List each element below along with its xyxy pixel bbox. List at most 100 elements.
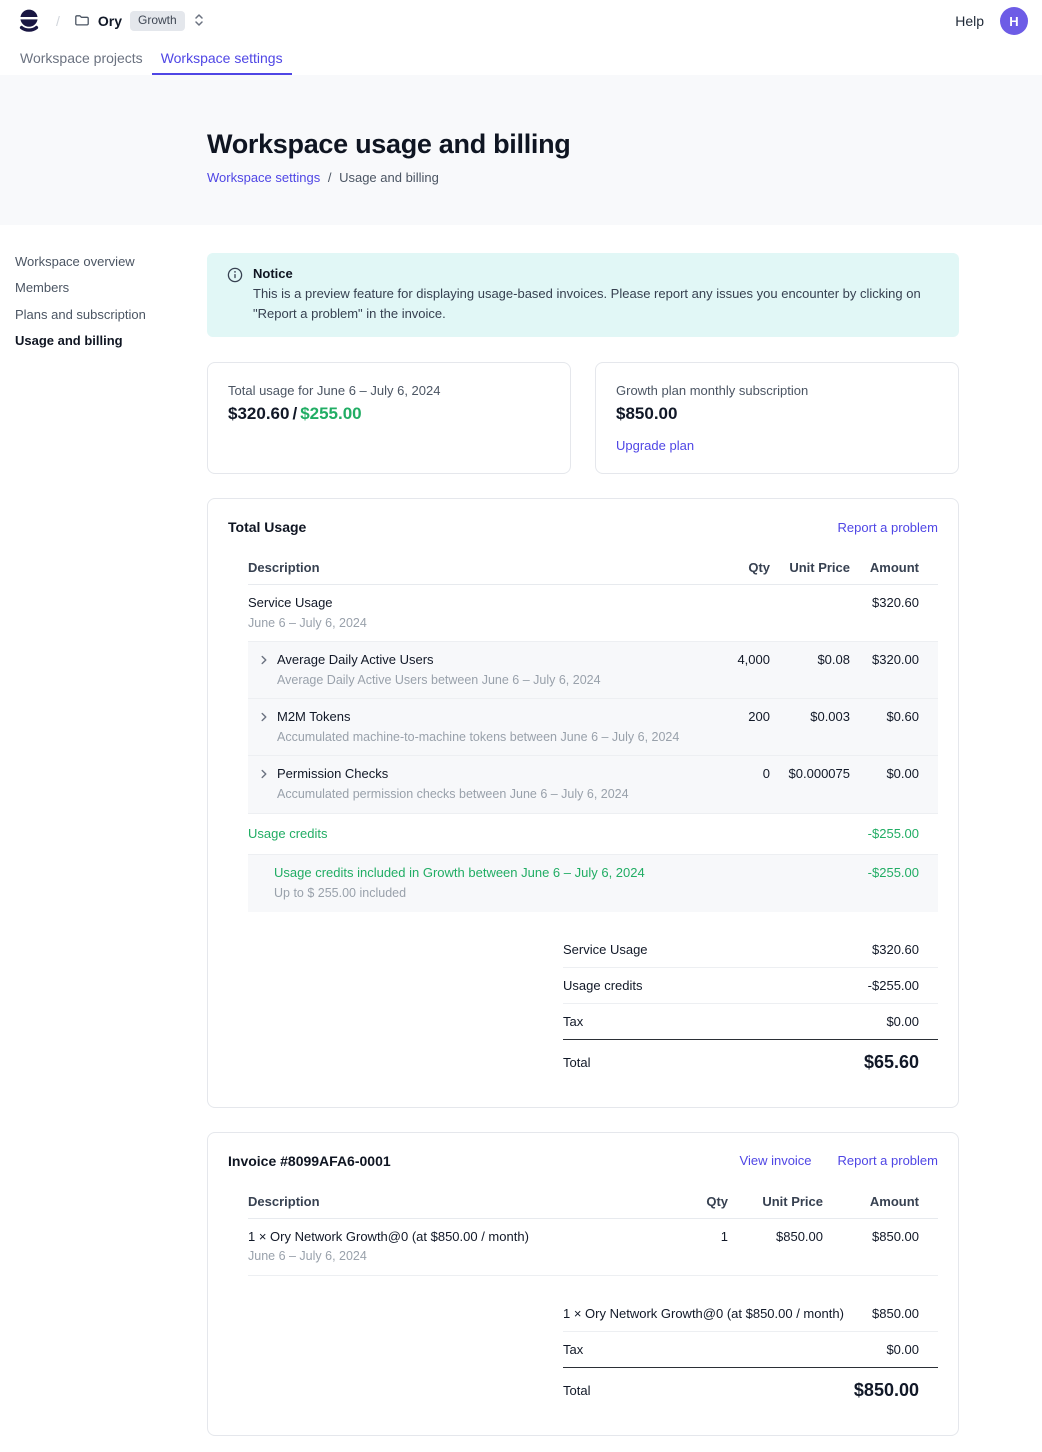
summary-label: Tax — [563, 1014, 583, 1029]
sidebar-item-members[interactable]: Members — [15, 281, 187, 295]
row-amount: $320.00 — [850, 652, 938, 669]
help-link[interactable]: Help — [955, 13, 984, 29]
col-unit-price: Unit Price — [728, 1194, 823, 1209]
report-problem-link[interactable]: Report a problem — [838, 1153, 938, 1168]
row-qty: 0 — [680, 766, 770, 783]
usage-row-usage-credits-detail: Usage credits included in Growth between… — [248, 855, 938, 911]
chevron-right-icon[interactable] — [259, 711, 269, 745]
invoice-row-growth-plan: 1 × Ory Network Growth@0 (at $850.00 / m… — [248, 1219, 938, 1276]
chevron-right-icon[interactable] — [259, 654, 269, 688]
usage-row-average-daily-active-users[interactable]: Average Daily Active Users Average Daily… — [248, 642, 938, 699]
invoice-links: View invoice Report a problem — [740, 1153, 938, 1168]
invoice-title: Invoice #8099AFA6-0001 — [228, 1153, 391, 1169]
row-unit-price: $0.08 — [770, 652, 850, 669]
page-header: Workspace usage and billing Workspace se… — [0, 75, 1042, 225]
row-name: Usage credits included in Growth between… — [274, 865, 680, 882]
usage-summary: Service Usage $320.60 Usage credits -$25… — [563, 932, 938, 1083]
invoice-summary: 1 × Ory Network Growth@0 (at $850.00 / m… — [563, 1296, 938, 1411]
usage-row-permission-checks[interactable]: Permission Checks Accumulated permission… — [248, 756, 938, 813]
workspace-switcher[interactable]: Ory Growth — [74, 11, 205, 31]
path-separator: / — [56, 13, 60, 29]
topbar: / Ory Growth Help H — [0, 0, 1042, 42]
row-name: M2M Tokens — [277, 709, 679, 726]
usage-table-header: Description Qty Unit Price Amount — [248, 551, 938, 585]
chevron-updown-icon — [193, 13, 205, 30]
row-name: 1 × Ory Network Growth@0 (at $850.00 / m… — [248, 1229, 638, 1246]
folder-icon — [74, 12, 90, 31]
row-subtitle: Accumulated machine-to-machine tokens be… — [277, 729, 679, 745]
summary-value: $65.60 — [864, 1052, 919, 1073]
row-amount: $320.60 — [850, 595, 938, 612]
row-qty: 1 — [638, 1229, 728, 1246]
notice-banner: Notice This is a preview feature for dis… — [207, 253, 959, 337]
notice-body: This is a preview feature for displaying… — [253, 284, 941, 323]
row-unit-price: $850.00 — [728, 1229, 823, 1246]
breadcrumb: Workspace settings / Usage and billing — [207, 170, 1042, 185]
summary-row-usage-credits: Usage credits -$255.00 — [563, 968, 938, 1004]
usage-row-service-usage: Service Usage June 6 – July 6, 2024 $320… — [248, 585, 938, 642]
usage-credit-amount: $255.00 — [300, 404, 361, 423]
breadcrumb-link[interactable]: Workspace settings — [207, 170, 320, 185]
row-name: Service Usage — [248, 595, 680, 612]
col-qty: Qty — [638, 1194, 728, 1209]
summary-value: -$255.00 — [868, 978, 919, 993]
page-title: Workspace usage and billing — [207, 129, 1042, 160]
tabbar: Workspace projects Workspace settings — [0, 42, 1042, 75]
info-icon — [227, 267, 243, 323]
row-subtitle: Average Daily Active Users between June … — [277, 672, 601, 688]
sidebar-item-workspace-overview[interactable]: Workspace overview — [15, 255, 187, 269]
summary-row-plan: 1 × Ory Network Growth@0 (at $850.00 / m… — [563, 1296, 938, 1332]
row-qty: 4,000 — [680, 652, 770, 669]
summary-label: Total — [563, 1383, 590, 1398]
row-unit-price: $0.000075 — [770, 766, 850, 783]
breadcrumb-current: Usage and billing — [339, 170, 439, 185]
chevron-right-icon[interactable] — [259, 768, 269, 802]
col-amount: Amount — [823, 1194, 938, 1209]
avatar[interactable]: H — [1000, 7, 1028, 35]
row-name: Permission Checks — [277, 766, 629, 783]
row-qty: 200 — [680, 709, 770, 726]
invoice-table-header: Description Qty Unit Price Amount — [248, 1185, 938, 1219]
col-description: Description — [248, 560, 680, 575]
view-invoice-link[interactable]: View invoice — [740, 1153, 812, 1168]
tab-workspace-projects[interactable]: Workspace projects — [11, 42, 152, 75]
invoice-table: Description Qty Unit Price Amount 1 × Or… — [248, 1185, 938, 1411]
invoice-card: Invoice #8099AFA6-0001 View invoice Repo… — [207, 1132, 959, 1436]
tab-workspace-settings[interactable]: Workspace settings — [152, 42, 292, 75]
total-usage-links: Report a problem — [838, 520, 938, 535]
summary-label: Service Usage — [563, 942, 648, 957]
report-problem-link[interactable]: Report a problem — [838, 520, 938, 535]
summary-label: Total — [563, 1055, 590, 1070]
row-subtitle: June 6 – July 6, 2024 — [248, 615, 680, 631]
plan-summary-label: Growth plan monthly subscription — [616, 383, 938, 398]
summary-row-tax: Tax $0.00 — [563, 1004, 938, 1040]
total-usage-header: Total Usage Report a problem — [228, 519, 938, 535]
row-name: Usage credits — [248, 826, 680, 843]
page: / Ory Growth Help H Workspace projects W… — [0, 0, 1042, 1452]
sidebar-item-usage-and-billing[interactable]: Usage and billing — [15, 334, 187, 348]
usage-amount-separator: / — [292, 404, 297, 423]
ory-logo[interactable] — [16, 8, 42, 34]
summary-value: $850.00 — [854, 1380, 919, 1401]
summary-value: $0.00 — [886, 1342, 919, 1357]
summary-value: $320.60 — [872, 942, 919, 957]
notice-text: Notice This is a preview feature for dis… — [253, 266, 941, 323]
row-amount: $850.00 — [823, 1229, 938, 1246]
sidebar-item-plans-and-subscription[interactable]: Plans and subscription — [15, 308, 187, 322]
usage-row-m2m-tokens[interactable]: M2M Tokens Accumulated machine-to-machin… — [248, 699, 938, 756]
col-qty: Qty — [680, 560, 770, 575]
usage-summary-label: Total usage for June 6 – July 6, 2024 — [228, 383, 550, 398]
upgrade-plan-link[interactable]: Upgrade plan — [616, 438, 694, 453]
usage-row-usage-credits: Usage credits -$255.00 — [248, 814, 938, 856]
row-amount: $0.00 — [850, 766, 938, 783]
total-usage-card: Total Usage Report a problem Description… — [207, 498, 959, 1108]
summary-label: Usage credits — [563, 978, 642, 993]
summary-cards: Total usage for June 6 – July 6, 2024 $3… — [207, 362, 959, 474]
summary-value: $850.00 — [872, 1306, 919, 1321]
row-subtitle: Accumulated permission checks between Ju… — [277, 786, 629, 802]
breadcrumb-separator: / — [328, 170, 332, 185]
summary-label: Tax — [563, 1342, 583, 1357]
col-amount: Amount — [850, 560, 938, 575]
summary-row-service-usage: Service Usage $320.60 — [563, 932, 938, 968]
usage-table: Description Qty Unit Price Amount Servic… — [248, 551, 938, 1083]
